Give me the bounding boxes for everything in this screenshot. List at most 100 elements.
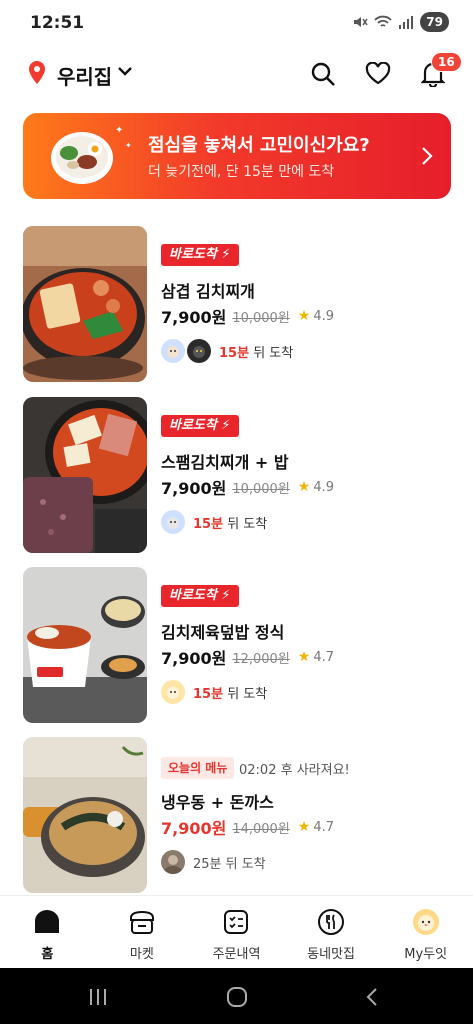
promo-banner[interactable]: ✦ ✦ 점심을 놓쳐서 고민이신가요? 더 늦기전에, 단 15분 만에 도착 — [23, 113, 451, 199]
search-icon — [311, 62, 335, 86]
eta-row: 25분 뒤 도착 — [161, 850, 266, 874]
sparkle-icon: ✦ — [115, 125, 124, 136]
original-price: 10,000원 — [232, 310, 290, 326]
item-info: 바로도착 ⚡ 삼겹 김치찌개 7,900원 10,000원 ★ 4.9 15분 … — [161, 226, 451, 382]
fast-delivery-tag: 바로도착 ⚡ — [161, 415, 239, 437]
nav-label: 주문내역 — [212, 947, 261, 962]
original-price: 10,000원 — [232, 481, 290, 497]
fast-delivery-tag: 바로도착 ⚡ — [161, 585, 239, 607]
nav-label: 홈 — [41, 947, 54, 962]
star-icon: ★ — [297, 819, 311, 835]
list-item[interactable]: 바로도착 ⚡ 스팸김치찌개 + 밥 7,900원 10,000원 ★ 4.9 1… — [23, 397, 453, 553]
nav-label: 동네맛집 — [307, 947, 355, 962]
chevron-down-icon[interactable] — [117, 65, 133, 77]
location-pin-icon — [29, 61, 45, 84]
item-info: 바로도착 ⚡ 스팸김치찌개 + 밥 7,900원 10,000원 ★ 4.9 1… — [161, 397, 451, 553]
price-row: 7,900원 10,000원 ★ 4.9 — [161, 475, 334, 499]
sparkle-icon: ✦ — [125, 141, 132, 150]
list-item[interactable]: 오늘의 메뉴 02:02 후 사라져요! 냉우동 + 돈까스 7,900원 14… — [23, 737, 453, 893]
sale-price: 7,900원 — [161, 479, 227, 498]
price-row: 7,900원 14,000원 ★ 4.7 — [161, 815, 334, 839]
eta-row: 15분 뒤 도착 — [161, 680, 267, 704]
recent-apps-icon — [90, 989, 106, 1005]
eta-text: 15분 뒤 도착 — [219, 345, 294, 361]
home-system-button[interactable] — [225, 985, 249, 1009]
banner-title: 점심을 놓쳐서 고민이신가요? — [148, 135, 370, 156]
home-circle-icon — [227, 987, 247, 1007]
market-icon — [128, 908, 156, 936]
search-button[interactable] — [307, 58, 339, 90]
recent-apps-button[interactable] — [86, 985, 110, 1009]
heart-icon — [365, 62, 391, 85]
bottom-nav: 홈 마켓 주문내역 동네맛집 My두잇 — [0, 895, 473, 968]
item-name: 삼겹 김치찌개 — [161, 282, 255, 301]
star-icon: ★ — [297, 308, 311, 324]
eta-text: 25분 뒤 도착 — [193, 856, 266, 872]
expire-note: 02:02 후 사라져요! — [239, 763, 350, 778]
item-info: 바로도착 ⚡ 김치제육덮밥 정식 7,900원 12,000원 ★ 4.7 15… — [161, 567, 451, 723]
food-image — [23, 567, 147, 723]
item-name: 김치제육덮밥 정식 — [161, 623, 285, 642]
lightning-icon: ⚡ — [221, 588, 231, 603]
status-bar: 12:51 79 — [0, 0, 473, 48]
food-image — [23, 226, 147, 382]
sale-price: 7,900원 — [161, 308, 227, 327]
avatar — [161, 850, 185, 874]
avatar — [161, 510, 185, 534]
order-list-icon — [222, 908, 250, 936]
nav-label: 마켓 — [129, 947, 154, 962]
system-nav-bar — [0, 968, 473, 1024]
item-name: 스팸김치찌개 + 밥 — [161, 453, 289, 472]
status-time: 12:51 — [30, 13, 85, 33]
back-icon — [366, 988, 377, 1006]
fast-delivery-tag: 바로도착 ⚡ — [161, 244, 239, 266]
wifi-icon — [374, 15, 392, 27]
profile-hamster-icon — [412, 908, 440, 936]
price-row: 7,900원 12,000원 ★ 4.7 — [161, 645, 334, 669]
item-name: 냉우동 + 돈까스 — [161, 793, 274, 812]
rating: 4.9 — [313, 308, 335, 324]
nav-item-home[interactable]: 홈 — [0, 896, 95, 969]
status-icons: 79 — [352, 12, 449, 32]
item-info: 오늘의 메뉴 02:02 후 사라져요! 냉우동 + 돈까스 7,900원 14… — [161, 737, 451, 893]
battery-indicator: 79 — [420, 12, 449, 32]
rating: 4.7 — [313, 649, 335, 665]
todays-menu-tag: 오늘의 메뉴 — [161, 757, 235, 779]
food-image — [23, 737, 147, 893]
price-row: 7,900원 10,000원 ★ 4.9 — [161, 304, 334, 328]
eta-row: 15분 뒤 도착 — [161, 510, 267, 534]
signal-icon — [399, 16, 414, 29]
star-icon: ★ — [297, 479, 311, 495]
app-header: 우리집 16 — [0, 52, 473, 96]
banner-subtitle: 더 늦기전에, 단 15분 만에 도착 — [148, 164, 335, 180]
nav-item-my[interactable]: My두잇 — [378, 896, 473, 969]
eta-text: 15분 뒤 도착 — [193, 686, 268, 702]
rating: 4.9 — [313, 479, 335, 495]
nav-label: My두잇 — [404, 947, 448, 962]
home-icon — [33, 908, 61, 936]
avatar — [187, 339, 211, 363]
location-selector[interactable]: 우리집 — [57, 61, 112, 90]
list-item[interactable]: 바로도착 ⚡ 김치제육덮밥 정식 7,900원 12,000원 ★ 4.7 15… — [23, 567, 453, 723]
nav-item-market[interactable]: 마켓 — [95, 896, 190, 969]
original-price: 14,000원 — [232, 821, 290, 837]
lunch-bowl-image — [51, 132, 113, 184]
eta-text: 15분 뒤 도착 — [193, 516, 268, 532]
avatar — [161, 339, 185, 363]
chevron-right-icon — [422, 147, 433, 165]
nav-item-local-restaurants[interactable]: 동네맛집 — [284, 896, 379, 969]
sale-price: 7,900원 — [161, 819, 227, 838]
notification-badge: 16 — [431, 52, 462, 72]
lightning-icon: ⚡ — [221, 418, 231, 433]
restaurant-icon — [317, 908, 345, 936]
list-item[interactable]: 바로도착 ⚡ 삼겹 김치찌개 7,900원 10,000원 ★ 4.9 15분 … — [23, 226, 453, 382]
rating: 4.7 — [313, 819, 335, 835]
star-icon: ★ — [297, 649, 311, 665]
lightning-icon: ⚡ — [221, 247, 231, 262]
avatar — [161, 680, 185, 704]
favorites-button[interactable] — [362, 58, 394, 90]
nav-item-orders[interactable]: 주문내역 — [189, 896, 284, 969]
original-price: 12,000원 — [232, 651, 290, 667]
back-button[interactable] — [360, 985, 384, 1009]
eta-row: 15분 뒤 도착 — [161, 339, 293, 363]
